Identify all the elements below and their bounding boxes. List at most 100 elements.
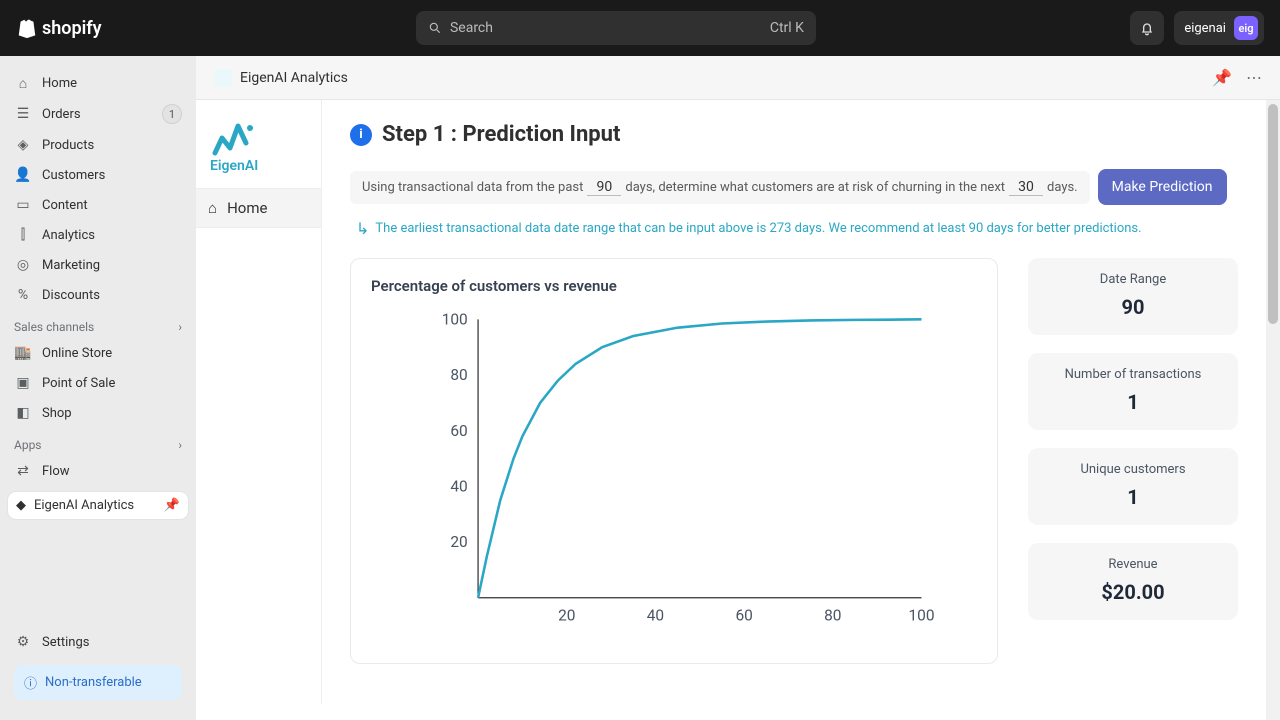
eigenai-brand-text: EigenAI — [210, 158, 258, 174]
app-icon — [214, 69, 232, 87]
pin-icon[interactable]: 📌 — [164, 498, 180, 513]
pos-icon: ▣ — [14, 374, 32, 392]
products-icon: ◈ — [14, 136, 32, 154]
search-input[interactable]: Search Ctrl K — [416, 11, 816, 45]
scrollbar-thumb[interactable] — [1268, 104, 1278, 324]
account-menu[interactable]: eigenai eig — [1174, 11, 1264, 45]
svg-text:40: 40 — [647, 606, 664, 624]
help-text: ↳ The earliest transactional data date r… — [350, 219, 1238, 238]
sidebar-item-products[interactable]: ◈ Products — [6, 130, 190, 160]
topbar: shopify Search Ctrl K eigenai eig — [0, 0, 1280, 56]
content-icon: ▭ — [14, 196, 32, 214]
storefront-icon: 🏬 — [14, 344, 32, 362]
chevron-right-icon: › — [178, 320, 182, 334]
eigenai-logo: EigenAI — [196, 110, 321, 188]
svg-text:60: 60 — [735, 606, 752, 624]
sidebar-item-pos[interactable]: ▣ Point of Sale — [6, 368, 190, 398]
notifications-button[interactable] — [1130, 11, 1164, 45]
sidebar-label: Online Store — [42, 346, 112, 361]
sidebar-item-content[interactable]: ▭ Content — [6, 190, 190, 220]
flow-icon: ⇄ — [14, 462, 32, 480]
sidebar-item-shop[interactable]: ◧ Shop — [6, 398, 190, 428]
reply-arrow-icon: ↳ — [356, 219, 369, 238]
shopify-logo[interactable]: shopify — [16, 17, 102, 39]
stats-column: Date Range 90 Number of transactions 1 U… — [1028, 258, 1238, 620]
svg-text:60: 60 — [450, 422, 467, 440]
sidebar-label: Point of Sale — [42, 376, 115, 391]
svg-text:80: 80 — [450, 366, 467, 384]
discounts-icon: % — [14, 286, 32, 304]
marketing-icon: ◎ — [14, 256, 32, 274]
sidebar-item-discounts[interactable]: % Discounts — [6, 280, 190, 310]
sidebar-label: Content — [42, 198, 88, 213]
pin-icon[interactable]: 📌 — [1212, 68, 1232, 87]
home-icon: ⌂ — [14, 74, 32, 92]
more-icon[interactable]: ⋯ — [1246, 68, 1262, 87]
sidebar-item-marketing[interactable]: ◎Marketing — [6, 250, 190, 280]
stat-label: Revenue — [1040, 557, 1226, 572]
sidebar-item-customers[interactable]: 👤 Customers — [6, 160, 190, 190]
sidebar-label: Discounts — [42, 288, 100, 303]
home-icon: ⌂ — [208, 199, 217, 217]
step-header: i Step 1 : Prediction Input — [350, 122, 1238, 147]
chart-title: Percentage of customers vs revenue — [371, 277, 977, 295]
app-tab-home[interactable]: ⌂ Home — [196, 188, 321, 228]
prediction-sentence: Using transactional data from the past d… — [350, 171, 1090, 204]
sidebar-item-settings[interactable]: ⚙ Settings — [6, 627, 190, 657]
app-tab-label: Home — [227, 199, 267, 217]
stat-label: Number of transactions — [1040, 367, 1226, 382]
sidebar-item-online-store[interactable]: 🏬 Online Store — [6, 338, 190, 368]
sidebar-label: Shop — [42, 406, 72, 421]
stat-date-range: Date Range 90 — [1028, 258, 1238, 335]
sidebar-label: Products — [42, 138, 94, 153]
make-prediction-button[interactable]: Make Prediction — [1098, 169, 1227, 205]
stat-customers: Unique customers 1 — [1028, 448, 1238, 525]
svg-text:100: 100 — [442, 310, 468, 328]
stat-revenue: Revenue $20.00 — [1028, 543, 1238, 620]
sidebar-label: Orders — [42, 107, 81, 122]
sidebar: ⌂Home ☰Orders1 ◈Products 👤Customers ▭Con… — [0, 56, 196, 720]
line-chart: 20 40 60 80 100 20 40 60 80 100 — [371, 309, 977, 639]
sidebar-label: Flow — [42, 464, 70, 479]
svg-text:80: 80 — [824, 606, 841, 624]
svg-text:40: 40 — [450, 478, 467, 496]
svg-text:20: 20 — [450, 533, 467, 551]
svg-text:20: 20 — [558, 606, 575, 624]
info-icon: ⓘ — [24, 673, 37, 692]
sidebar-item-orders[interactable]: ☰Orders1 — [6, 98, 190, 130]
sidebar-pinned-app[interactable]: ◆ EigenAI Analytics 📌 — [8, 492, 188, 519]
stat-label: Date Range — [1040, 272, 1226, 287]
analytics-icon: ⫿ — [14, 226, 32, 244]
stat-value: 1 — [1040, 390, 1226, 414]
future-days-input[interactable] — [1009, 179, 1043, 196]
account-name: eigenai — [1184, 21, 1226, 36]
shop-icon: ◧ — [14, 404, 32, 422]
step-title: Step 1 : Prediction Input — [382, 122, 620, 147]
eigenai-mark-icon — [210, 118, 270, 158]
app-title: EigenAI Analytics — [240, 70, 348, 86]
sidebar-label: Settings — [42, 635, 89, 650]
app-sidebar: EigenAI ⌂ Home — [196, 100, 322, 704]
sidebar-label: Customers — [42, 168, 105, 183]
sales-channels-header[interactable]: Sales channels› — [6, 310, 190, 338]
sidebar-item-home[interactable]: ⌂ Home — [6, 68, 190, 98]
chart-card: Percentage of customers vs revenue 20 40 6… — [350, 258, 998, 664]
orders-icon: ☰ — [14, 105, 32, 123]
apps-header[interactable]: Apps› — [6, 428, 190, 456]
gear-icon: ⚙ — [14, 633, 32, 651]
sidebar-label: Home — [42, 76, 77, 91]
bell-icon — [1139, 20, 1155, 36]
sidebar-item-flow[interactable]: ⇄ Flow — [6, 456, 190, 486]
svg-text:100: 100 — [908, 606, 934, 624]
info-icon: i — [350, 124, 372, 146]
stat-label: Unique customers — [1040, 462, 1226, 477]
customers-icon: 👤 — [14, 166, 32, 184]
main-content: EigenAI ⌂ Home i Step 1 : Prediction Inp… — [196, 100, 1266, 720]
brand-text: shopify — [42, 18, 102, 39]
past-days-input[interactable] — [587, 179, 621, 196]
scrollbar[interactable] — [1266, 100, 1280, 720]
stat-value: 90 — [1040, 295, 1226, 319]
search-placeholder: Search — [450, 20, 493, 36]
search-icon — [428, 21, 442, 35]
sidebar-item-analytics[interactable]: ⫿Analytics — [6, 220, 190, 250]
